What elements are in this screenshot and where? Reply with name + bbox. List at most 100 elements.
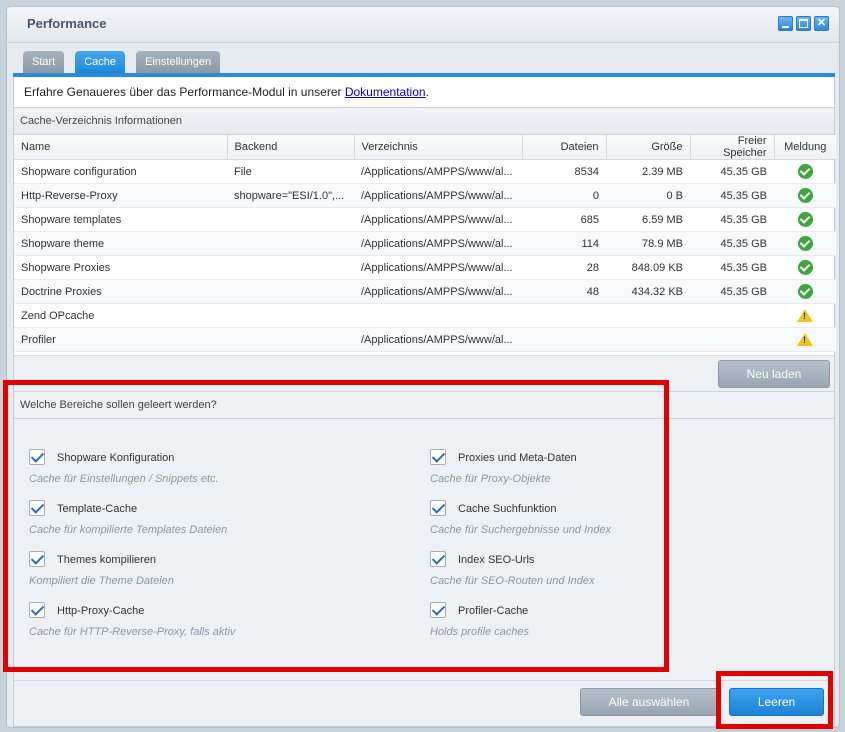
cell-size: 848.09 KB bbox=[606, 255, 690, 280]
cell-status bbox=[774, 279, 836, 304]
cell-backend bbox=[227, 279, 354, 304]
cell-files: 28 bbox=[522, 255, 606, 280]
cell-backend bbox=[227, 255, 354, 280]
table-row[interactable]: Doctrine Proxies /Applications/AMPPS/www… bbox=[14, 279, 836, 304]
cell-directory: /Applications/AMPPS/www/al... bbox=[354, 159, 522, 184]
cell-free-space: 45.35 GB bbox=[690, 159, 774, 184]
cell-files: 8534 bbox=[522, 159, 606, 184]
cell-free-space: 45.35 GB bbox=[690, 207, 774, 232]
cell-status bbox=[774, 327, 836, 352]
cell-free-space: 45.35 GB bbox=[690, 279, 774, 304]
tab-cache[interactable]: Cache bbox=[75, 51, 126, 73]
cell-name: Shopware templates bbox=[14, 207, 227, 232]
window-titlebar[interactable]: Performance ✕ bbox=[7, 7, 839, 43]
cell-files: 48 bbox=[522, 279, 606, 304]
ok-icon bbox=[797, 284, 813, 299]
table-row[interactable]: Shopware Proxies /Applications/AMPPS/www… bbox=[14, 255, 836, 280]
cache-table: Name Backend Verzeichnis Dateien Größe F… bbox=[14, 135, 836, 352]
cache-panel-title: Cache-Verzeichnis Informationen bbox=[20, 115, 183, 127]
column-header-dateien[interactable]: Dateien bbox=[522, 135, 607, 160]
cell-free-space: 45.35 GB bbox=[690, 183, 774, 208]
cell-free-space: 45.35 GB bbox=[690, 255, 774, 280]
table-row[interactable]: Profiler /Applications/AMPPS/www/al... bbox=[14, 327, 836, 352]
warning-icon bbox=[797, 333, 813, 346]
cell-backend: File bbox=[227, 159, 354, 184]
cell-directory: /Applications/AMPPS/www/al... bbox=[354, 327, 522, 352]
maximize-icon[interactable] bbox=[796, 16, 811, 31]
reload-button[interactable]: Neu laden bbox=[718, 360, 830, 388]
table-row[interactable]: Http-Reverse-Proxy shopware="ESI/1.0",..… bbox=[14, 183, 836, 208]
cell-status bbox=[774, 207, 836, 232]
cell-name: Shopware theme bbox=[14, 231, 227, 256]
cell-size: 434.32 KB bbox=[606, 279, 690, 304]
minimize-icon[interactable] bbox=[778, 16, 793, 31]
cell-directory: /Applications/AMPPS/www/al... bbox=[354, 207, 522, 232]
cell-size bbox=[606, 303, 690, 328]
ok-icon bbox=[797, 212, 813, 227]
cell-free-space: 45.35 GB bbox=[690, 231, 774, 256]
table-row[interactable]: Shopware theme /Applications/AMPPS/www/a… bbox=[14, 231, 836, 256]
cell-status bbox=[774, 231, 836, 256]
cell-name: Http-Reverse-Proxy bbox=[14, 183, 227, 208]
cell-status bbox=[774, 303, 836, 328]
highlight-box-clear-button bbox=[716, 671, 833, 729]
cell-name: Doctrine Proxies bbox=[14, 279, 227, 304]
info-text-suffix: . bbox=[425, 85, 429, 99]
tab-start[interactable]: Start bbox=[23, 51, 65, 73]
cell-backend bbox=[227, 231, 354, 256]
cell-files bbox=[522, 327, 606, 352]
cell-files: 0 bbox=[522, 183, 606, 208]
cell-name: Zend OPcache bbox=[14, 303, 227, 328]
cell-free-space bbox=[690, 327, 774, 352]
cell-name: Shopware configuration bbox=[14, 159, 227, 184]
cell-directory: /Applications/AMPPS/www/al... bbox=[354, 255, 522, 280]
tab-bar: Start Cache Einstellungen bbox=[23, 51, 221, 73]
cell-directory: /Applications/AMPPS/www/al... bbox=[354, 231, 522, 256]
cell-size: 6.59 MB bbox=[606, 207, 690, 232]
cell-files bbox=[522, 303, 606, 328]
warning-icon bbox=[797, 309, 813, 322]
table-row[interactable]: Shopware templates /Applications/AMPPS/w… bbox=[14, 207, 836, 232]
select-all-button[interactable]: Alle auswählen bbox=[580, 688, 718, 716]
cell-size bbox=[606, 327, 690, 352]
ok-icon bbox=[797, 260, 813, 275]
table-row[interactable]: Zend OPcache bbox=[14, 303, 836, 328]
cell-name: Profiler bbox=[14, 327, 227, 352]
cell-status bbox=[774, 159, 836, 184]
documentation-link[interactable]: Dokumentation bbox=[345, 85, 426, 99]
table-row[interactable]: Shopware configuration File /Application… bbox=[14, 159, 836, 184]
highlight-box-options bbox=[3, 380, 669, 672]
column-header-freier-speicher[interactable]: Freier Speicher bbox=[690, 135, 775, 160]
column-header-verzeichnis[interactable]: Verzeichnis bbox=[354, 135, 523, 160]
cell-status bbox=[774, 255, 836, 280]
tab-einstellungen[interactable]: Einstellungen bbox=[136, 51, 221, 73]
close-icon[interactable]: ✕ bbox=[814, 16, 829, 31]
ok-icon bbox=[797, 164, 813, 179]
cell-size: 2.39 MB bbox=[606, 159, 690, 184]
cell-status bbox=[774, 183, 836, 208]
column-header-groesse[interactable]: Größe bbox=[606, 135, 691, 160]
info-text-prefix: Erfahre Genaueres über das Performance-M… bbox=[24, 85, 345, 99]
ok-icon bbox=[797, 236, 813, 251]
column-header-name[interactable]: Name bbox=[14, 135, 228, 160]
ok-icon bbox=[797, 188, 813, 203]
cell-size: 0 B bbox=[606, 183, 690, 208]
cell-directory bbox=[354, 303, 522, 328]
cell-directory: /Applications/AMPPS/www/al... bbox=[354, 183, 522, 208]
column-header-meldung[interactable]: Meldung bbox=[774, 135, 836, 160]
cache-panel-header: Cache-Verzeichnis Informationen bbox=[14, 107, 834, 135]
cell-free-space bbox=[690, 303, 774, 328]
cell-backend bbox=[227, 303, 354, 328]
cell-name: Shopware Proxies bbox=[14, 255, 227, 280]
cell-files: 685 bbox=[522, 207, 606, 232]
cell-backend: shopware="ESI/1.0",... bbox=[227, 183, 354, 208]
cell-directory: /Applications/AMPPS/www/al... bbox=[354, 279, 522, 304]
window-controls: ✕ bbox=[778, 16, 829, 31]
column-header-backend[interactable]: Backend bbox=[227, 135, 355, 160]
footer-toolbar: Alle auswählen Leeren bbox=[14, 680, 834, 726]
cell-files: 114 bbox=[522, 231, 606, 256]
cell-size: 78.9 MB bbox=[606, 231, 690, 256]
info-text: Erfahre Genaueres über das Performance-M… bbox=[24, 85, 429, 99]
cell-backend bbox=[227, 207, 354, 232]
table-header-row: Name Backend Verzeichnis Dateien Größe F… bbox=[14, 135, 836, 160]
